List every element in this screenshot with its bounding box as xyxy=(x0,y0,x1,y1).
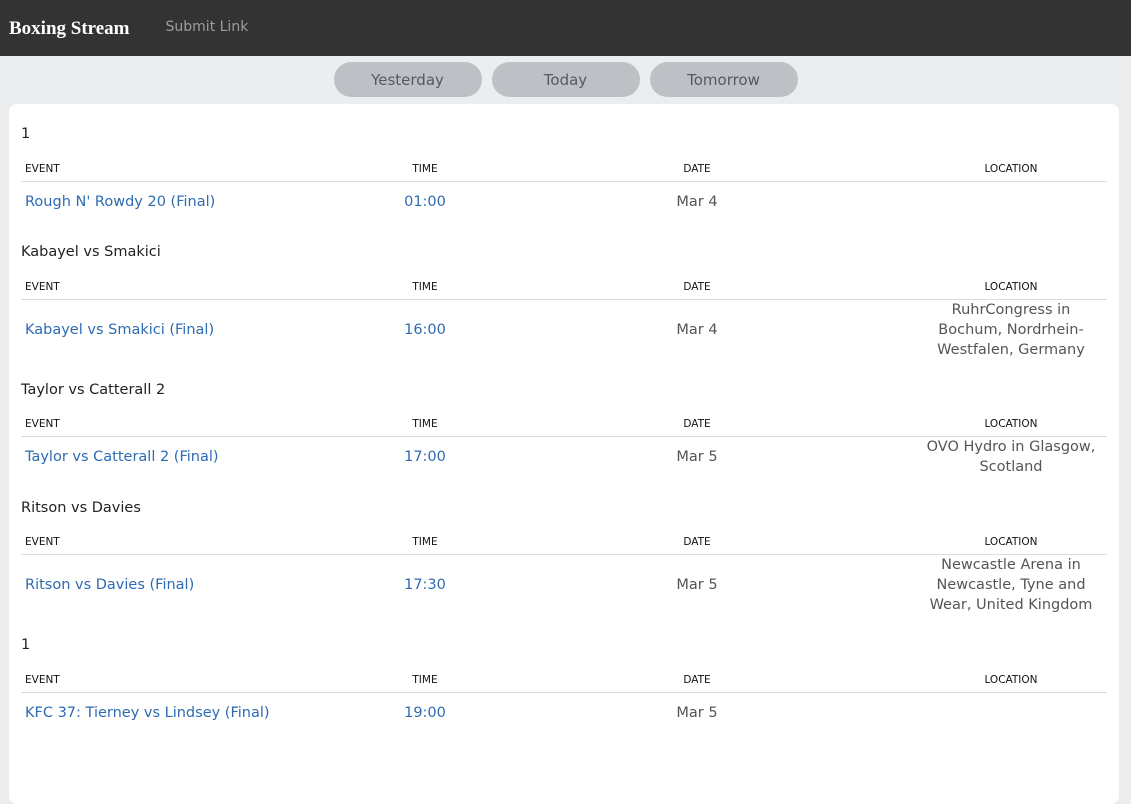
events-table: EVENT TIME DATE LOCATION Taylor vs Catte… xyxy=(21,412,1107,478)
col-location: LOCATION xyxy=(915,157,1107,182)
group-title: 1 xyxy=(21,126,31,142)
brand-logo[interactable]: Boxing Stream xyxy=(9,18,130,40)
col-time: TIME xyxy=(371,530,479,555)
col-date: DATE xyxy=(479,275,915,300)
col-date: DATE xyxy=(479,412,915,437)
col-event: EVENT xyxy=(21,412,371,437)
event-link[interactable]: Kabayel vs Smakici (Final) xyxy=(25,322,214,338)
col-date: DATE xyxy=(479,530,915,555)
table-header: EVENT TIME DATE LOCATION xyxy=(21,275,1107,300)
events-table: EVENT TIME DATE LOCATION Ritson vs Davie… xyxy=(21,530,1107,616)
time-link[interactable]: 16:00 xyxy=(404,322,446,338)
events-panel: 1 EVENT TIME DATE LOCATION Rough N' Rowd… xyxy=(9,104,1119,804)
event-group: Kabayel vs Smakici EVENT TIME DATE LOCAT… xyxy=(21,222,1107,360)
group-title: Taylor vs Catterall 2 xyxy=(21,381,166,398)
col-date: DATE xyxy=(479,668,915,693)
col-event: EVENT xyxy=(21,275,371,300)
table-row: Kabayel vs Smakici (Final) 16:00 Mar 4 R… xyxy=(21,299,1107,360)
tab-yesterday[interactable]: Yesterday xyxy=(333,62,482,97)
col-time: TIME xyxy=(371,668,479,693)
event-date: Mar 4 xyxy=(676,321,718,338)
event-link[interactable]: Taylor vs Catterall 2 (Final) xyxy=(25,449,219,465)
events-table: EVENT TIME DATE LOCATION KFC 37: Tierney… xyxy=(21,668,1107,733)
table-header: EVENT TIME DATE LOCATION xyxy=(21,412,1107,437)
event-group: 1 EVENT TIME DATE LOCATION Rough N' Rowd… xyxy=(21,104,1107,222)
table-header: EVENT TIME DATE LOCATION xyxy=(21,668,1107,693)
col-time: TIME xyxy=(371,157,479,182)
col-time: TIME xyxy=(371,275,479,300)
col-location: LOCATION xyxy=(915,530,1107,555)
table-header: EVENT TIME DATE LOCATION xyxy=(21,157,1107,182)
col-time: TIME xyxy=(371,412,479,437)
event-link[interactable]: KFC 37: Tierney vs Lindsey (Final) xyxy=(25,705,270,721)
events-table: EVENT TIME DATE LOCATION Rough N' Rowdy … xyxy=(21,157,1107,222)
group-title: Kabayel vs Smakici xyxy=(21,244,161,260)
day-tabs: Yesterday Today Tomorrow xyxy=(0,56,1131,104)
event-date: Mar 5 xyxy=(676,577,718,593)
event-location xyxy=(915,181,1107,222)
events-table: EVENT TIME DATE LOCATION Kabayel vs Smak… xyxy=(21,275,1107,360)
table-row: Taylor vs Catterall 2 (Final) 17:00 Mar … xyxy=(21,437,1107,478)
event-location: RuhrCongress in Bochum, Nordrhein-Westfa… xyxy=(937,301,1085,358)
table-row: Rough N' Rowdy 20 (Final) 01:00 Mar 4 xyxy=(21,181,1107,222)
group-title: 1 xyxy=(21,637,31,653)
col-date: DATE xyxy=(479,157,915,182)
navbar: Boxing Stream Submit Link xyxy=(0,0,1131,56)
tab-tomorrow[interactable]: Tomorrow xyxy=(649,62,798,97)
col-location: LOCATION xyxy=(915,275,1107,300)
event-group: 1 EVENT TIME DATE LOCATION KFC 37: Tiern… xyxy=(21,615,1107,733)
col-event: EVENT xyxy=(21,668,371,693)
event-link[interactable]: Rough N' Rowdy 20 (Final) xyxy=(25,194,215,210)
event-location: Newcastle Arena in Newcastle, Tyne and W… xyxy=(929,557,1093,613)
event-date: Mar 5 xyxy=(676,704,718,721)
event-link[interactable]: Ritson vs Davies (Final) xyxy=(25,577,194,593)
event-group: Taylor vs Catterall 2 EVENT TIME DATE LO… xyxy=(21,360,1107,478)
col-event: EVENT xyxy=(21,157,371,182)
submit-link[interactable]: Submit Link xyxy=(166,19,249,35)
col-location: LOCATION xyxy=(915,412,1107,437)
event-date: Mar 4 xyxy=(676,193,718,210)
table-header: EVENT TIME DATE LOCATION xyxy=(21,530,1107,555)
col-event: EVENT xyxy=(21,530,371,555)
group-title: Ritson vs Davies xyxy=(21,499,141,516)
col-location: LOCATION xyxy=(915,668,1107,693)
event-location: OVO Hydro in Glasgow, Scotland xyxy=(926,439,1096,476)
time-link[interactable]: 01:00 xyxy=(404,194,446,210)
time-link[interactable]: 17:00 xyxy=(404,449,446,465)
event-date: Mar 5 xyxy=(676,449,718,466)
time-link[interactable]: 17:30 xyxy=(404,577,446,593)
table-row: KFC 37: Tierney vs Lindsey (Final) 19:00… xyxy=(21,692,1107,733)
event-group: Ritson vs Davies EVENT TIME DATE LOCATIO… xyxy=(21,478,1107,616)
event-location xyxy=(915,692,1107,733)
time-link[interactable]: 19:00 xyxy=(404,705,446,721)
table-row: Ritson vs Davies (Final) 17:30 Mar 5 New… xyxy=(21,555,1107,616)
tab-today[interactable]: Today xyxy=(491,62,640,97)
